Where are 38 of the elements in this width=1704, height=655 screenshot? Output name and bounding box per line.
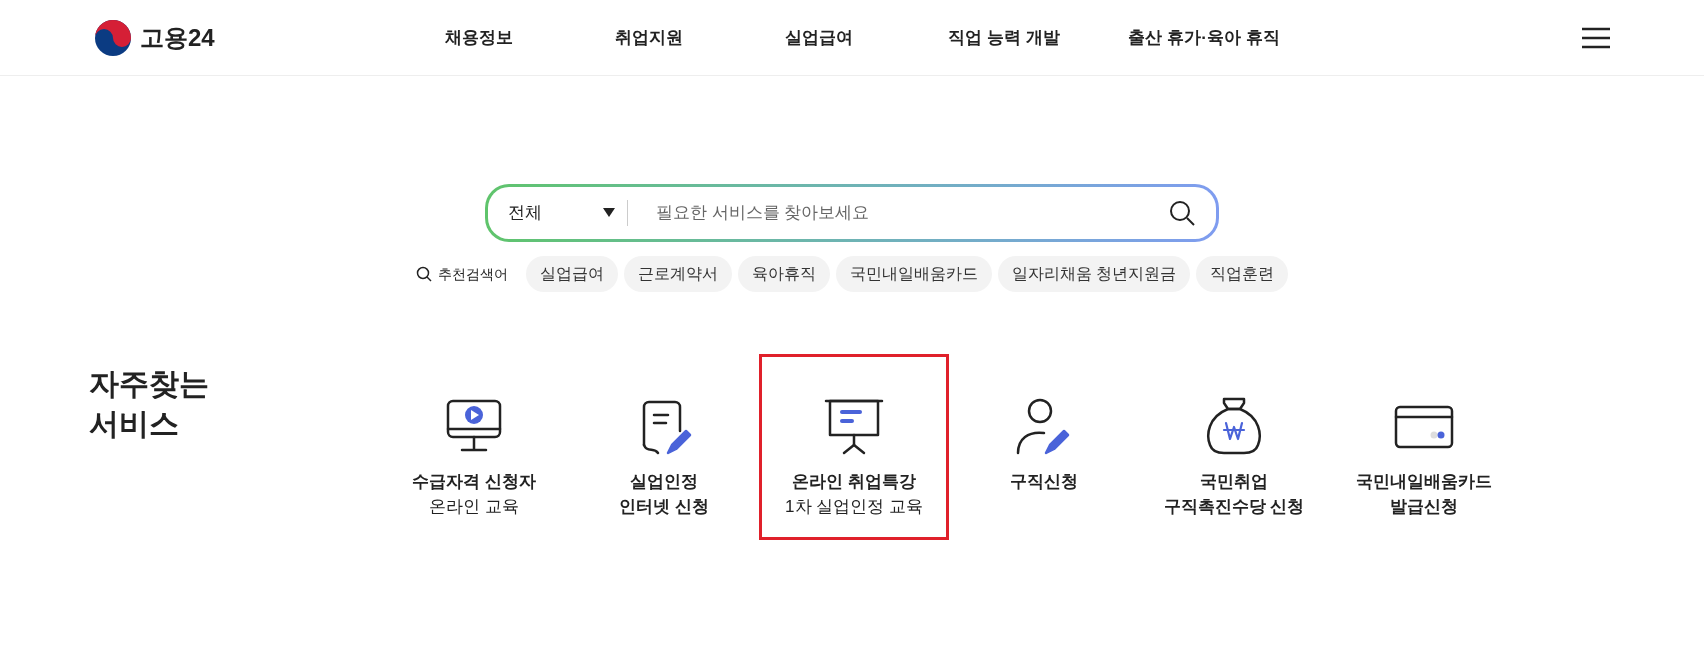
- service-item[interactable]: 수급자격 신청자 온라인 교육: [379, 354, 569, 540]
- nav-link[interactable]: 출산 휴가·육아 휴직: [1104, 24, 1304, 51]
- service-label: 온라인 취업특강: [792, 471, 916, 493]
- search-icon: [415, 266, 432, 282]
- service-label: 구직신청: [1010, 471, 1078, 493]
- service-label: 실업인정: [630, 471, 698, 493]
- service-label: 구직촉진수당 신청: [1163, 496, 1305, 518]
- taegeuk-logo-icon: [94, 18, 132, 57]
- service-item[interactable]: 국민취업 구직촉진수당 신청: [1139, 354, 1329, 540]
- keyword-chip[interactable]: 직업훈련: [1196, 256, 1289, 292]
- category-select[interactable]: 전체: [508, 200, 628, 226]
- section-title: 자주찾는 서비스: [89, 366, 210, 442]
- keyword-chip[interactable]: 실업급여: [525, 256, 618, 292]
- keyword-chip[interactable]: 국민내일배움카드: [835, 256, 992, 292]
- service-label: 국민취업: [1200, 471, 1268, 493]
- keyword-chip[interactable]: 육아휴직: [737, 256, 830, 292]
- recommend-label: 추천검색어: [437, 264, 508, 284]
- service-label: 발급신청: [1390, 496, 1458, 518]
- search-field[interactable]: 전체 필요한 서비스를 찾아보세요: [485, 184, 1219, 242]
- keyword-chip[interactable]: 일자리채움 청년지원금: [997, 256, 1191, 292]
- nav-link[interactable]: 직업 능력 개발: [904, 24, 1104, 51]
- service-label: 수급자격 신청자: [412, 471, 536, 493]
- service-label: 국민내일배움카드: [1356, 471, 1492, 493]
- nav-link[interactable]: 실업급여: [734, 24, 904, 51]
- search-icon[interactable]: [1168, 199, 1196, 227]
- service-label: 온라인 교육: [429, 496, 519, 518]
- nav-link[interactable]: 취업지원: [564, 24, 734, 51]
- service-label: 1차 실업인정 교육: [785, 496, 923, 518]
- service-item[interactable]: 국민내일배움카드 발급신청: [1329, 354, 1519, 540]
- service-item[interactable]: 구직신청: [949, 354, 1139, 540]
- keyword-chip[interactable]: 근로계약서: [623, 256, 732, 292]
- service-item[interactable]: 실업인정 인터넷 신청: [569, 354, 759, 540]
- service-label: 인터넷 신청: [619, 496, 709, 518]
- menu-icon[interactable]: [1582, 26, 1610, 49]
- service-item[interactable]: 온라인 취업특강 1차 실업인정 교육: [759, 354, 949, 540]
- site-logo[interactable]: 고용24: [140, 19, 215, 56]
- caret-icon: [603, 208, 615, 218]
- nav-link[interactable]: 채용정보: [394, 24, 564, 51]
